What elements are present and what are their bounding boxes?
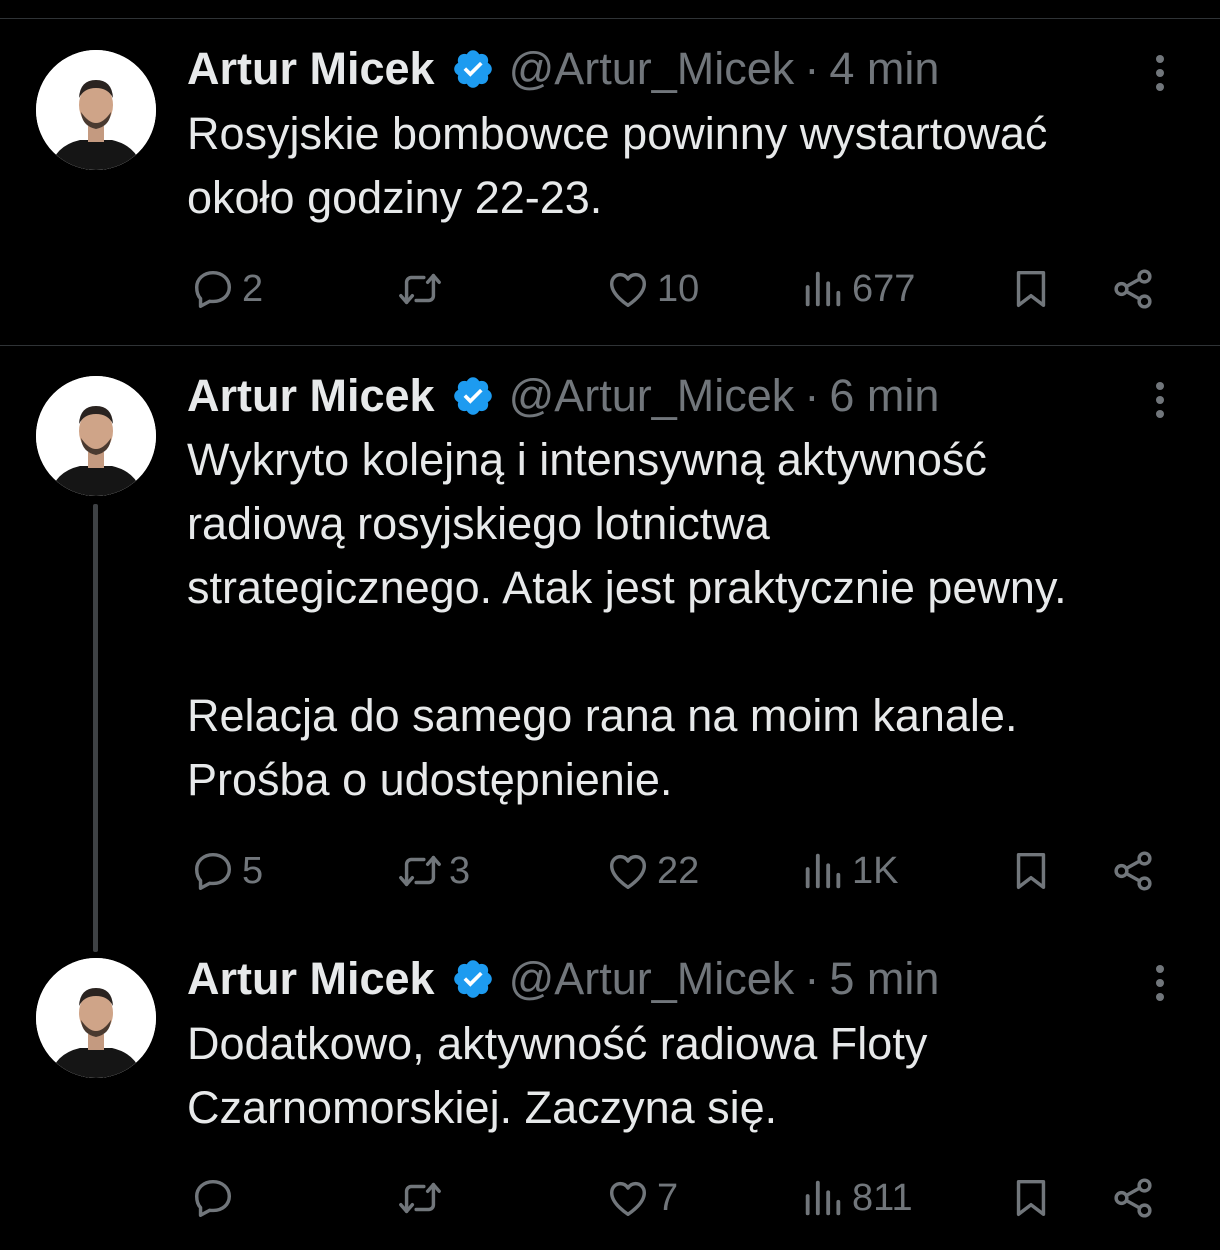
retweet-button[interactable]: 3 [397,846,470,896]
share-icon [1114,1178,1152,1218]
reply-button[interactable]: 2 [190,264,263,314]
timestamp[interactable]: 4 min [829,44,939,94]
bookmark-button[interactable] [1008,846,1054,896]
retweet-icon [399,273,441,305]
timestamp[interactable]: 5 min [829,954,939,1004]
more-icon [1156,382,1164,390]
like-count: 10 [657,267,700,310]
bookmark-button[interactable] [1008,1173,1054,1223]
views-button[interactable]: 1K [800,846,898,896]
more-icon [1156,55,1164,63]
more-button[interactable] [1142,375,1178,425]
tweet-3[interactable]: Artur Micek @Artur_Micek · 5 min Dodatko… [0,930,1220,1250]
verified-badge-icon [453,377,492,415]
share-icon [1114,269,1152,309]
like-button[interactable]: 22 [605,846,699,896]
views-button[interactable]: 811 [800,1173,913,1223]
views-count: 1K [852,849,899,892]
retweet-button[interactable] [397,1173,449,1223]
more-button[interactable] [1142,48,1178,98]
views-count: 811 [852,1176,913,1219]
retweet-icon [399,1182,441,1214]
author-name[interactable]: Artur Micek [187,371,435,421]
author-handle[interactable]: @Artur_Micek [509,954,795,1004]
author-name[interactable]: Artur Micek [187,954,435,1004]
tweet-text-line: Wykryto kolejną i intensywną aktywność [187,434,987,485]
tweet-text-line: radiową rosyjskiego lotnictwa [187,498,770,549]
bookmark-icon [1016,1179,1046,1217]
share-button[interactable] [1110,1173,1156,1223]
bookmark-button[interactable] [1008,264,1054,314]
retweet-count: 3 [449,849,471,892]
retweet-icon [399,855,441,887]
like-button[interactable]: 10 [605,264,699,314]
tweet-text-line: Czarnomorskiej. Zaczyna się. [187,1082,778,1133]
like-icon [609,854,647,890]
avatar-photo-icon [36,376,156,496]
reply-icon [194,1179,232,1217]
like-count: 7 [657,1176,679,1219]
share-icon [1114,851,1152,891]
views-icon [805,1180,841,1216]
verified-badge-icon [453,960,492,998]
share-button[interactable] [1110,264,1156,314]
share-button[interactable] [1110,846,1156,896]
author-name[interactable]: Artur Micek [187,44,435,94]
views-icon [805,853,841,889]
reply-button[interactable]: 5 [190,846,263,896]
tweet-text-line: około godziny 22-23. [187,172,603,223]
reply-icon [194,270,232,308]
like-icon [609,272,647,308]
avatar-photo-icon [36,50,156,170]
reply-count: 2 [242,267,264,310]
tweet-2[interactable]: Artur Micek @Artur_Micek · 6 min Wykryto… [0,346,1220,952]
thread-connector-line [93,504,98,952]
reply-icon [194,852,232,890]
tweet-text-line: Dodatkowo, aktywność radiowa Floty [187,1018,928,1069]
author-handle[interactable]: @Artur_Micek [509,44,795,94]
views-count: 677 [852,267,916,310]
tweet-text-line: Relacja do samego rana na moim kanale. [187,690,1018,741]
separator-dot: · [804,43,820,94]
tweet-header: Artur Micek @Artur_Micek · 6 min [187,371,939,421]
bookmark-icon [1016,852,1046,890]
views-icon [805,271,841,307]
reply-button[interactable] [190,1173,242,1223]
avatar[interactable] [36,376,156,496]
avatar[interactable] [36,50,156,170]
avatar[interactable] [36,958,156,1078]
like-icon [609,1181,647,1217]
avatar-photo-icon [36,958,156,1078]
verified-badge-icon [453,50,492,88]
separator-dot: · [804,953,820,1004]
like-count: 22 [657,849,700,892]
tweet-text-line: Prośba o udostępnienie. [187,754,673,805]
separator-dot: · [804,370,820,421]
like-button[interactable]: 7 [605,1173,678,1223]
timestamp[interactable]: 6 min [829,371,939,421]
author-handle[interactable]: @Artur_Micek [509,371,795,421]
retweet-button[interactable] [397,264,449,314]
bookmark-icon [1016,270,1046,308]
tweet-header: Artur Micek @Artur_Micek · 5 min [187,954,939,1004]
tweet-text-line: strategicznego. Atak jest praktycznie pe… [187,562,1067,613]
tweet-text-line: Rosyjskie bombowce powinny wystartować [187,108,1048,159]
reply-count: 5 [242,849,264,892]
tweet-1[interactable]: Artur Micek @Artur_Micek · 4 min Rosyjsk… [0,0,1220,345]
more-button[interactable] [1142,958,1178,1008]
views-button[interactable]: 677 [800,264,915,314]
more-icon [1156,965,1164,973]
tweet-header: Artur Micek @Artur_Micek · 4 min [187,44,939,94]
